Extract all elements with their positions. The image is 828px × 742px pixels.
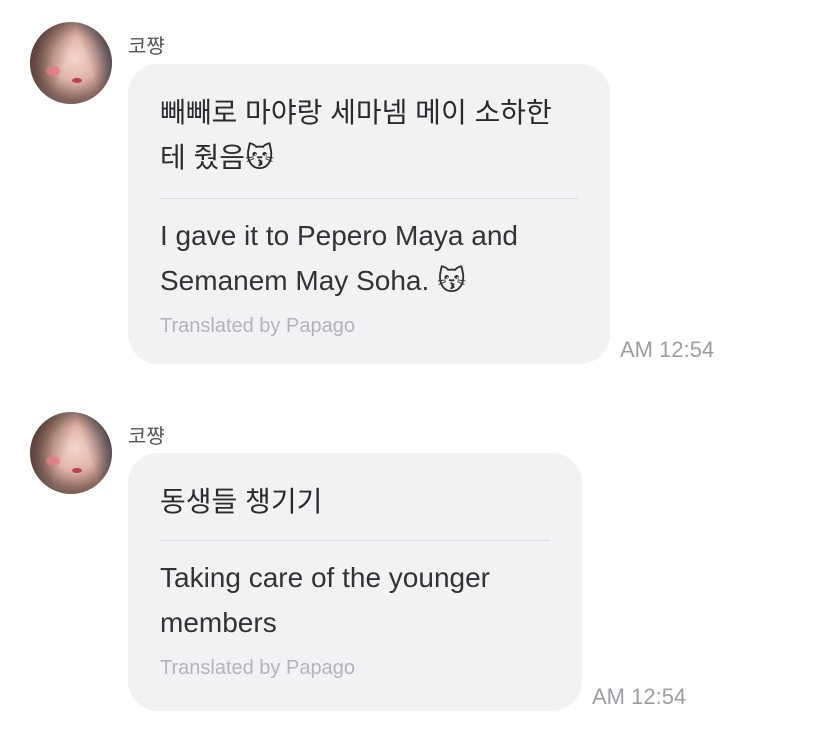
translated-text: I gave it to Pepero Maya and Semanem May… [160, 220, 518, 296]
avatar[interactable] [30, 412, 112, 494]
message-group: 코쨩 빼빼로 마야랑 세마넴 메이 소하한 테 줬음😽 I gave it to… [0, 0, 828, 380]
message-bubble[interactable]: 빼빼로 마야랑 세마넴 메이 소하한 테 줬음😽 I gave it to Pe… [128, 64, 610, 364]
avatar-blush [46, 66, 60, 76]
avatar-blush [46, 456, 60, 466]
avatar-lips [72, 468, 82, 473]
original-text: 동생들 챙기기 [160, 486, 323, 517]
avatar-hair-shading [30, 22, 112, 104]
translation-credit: Translated by Papago [160, 315, 355, 337]
message-timestamp: AM 12:54 [620, 337, 715, 362]
sender-name: 코쨩 [128, 36, 165, 58]
translation-divider [160, 540, 550, 541]
translation-divider [160, 198, 578, 199]
translation-credit: Translated by Papago [160, 657, 355, 679]
avatar-lips [72, 78, 82, 83]
message-bubble[interactable]: 동생들 챙기기 Taking care of the younger membe… [128, 453, 582, 711]
sender-name: 코쨩 [128, 426, 165, 448]
avatar-hair-shading [30, 412, 112, 494]
message-group: 코쨩 동생들 챙기기 Taking care of the younger me… [0, 390, 828, 742]
message-timestamp: AM 12:54 [592, 684, 687, 709]
translated-text: Taking care of the younger members [160, 562, 490, 638]
original-text: 빼빼로 마야랑 세마넴 메이 소하한 테 줬음😽 [160, 97, 552, 173]
avatar[interactable] [30, 22, 112, 104]
